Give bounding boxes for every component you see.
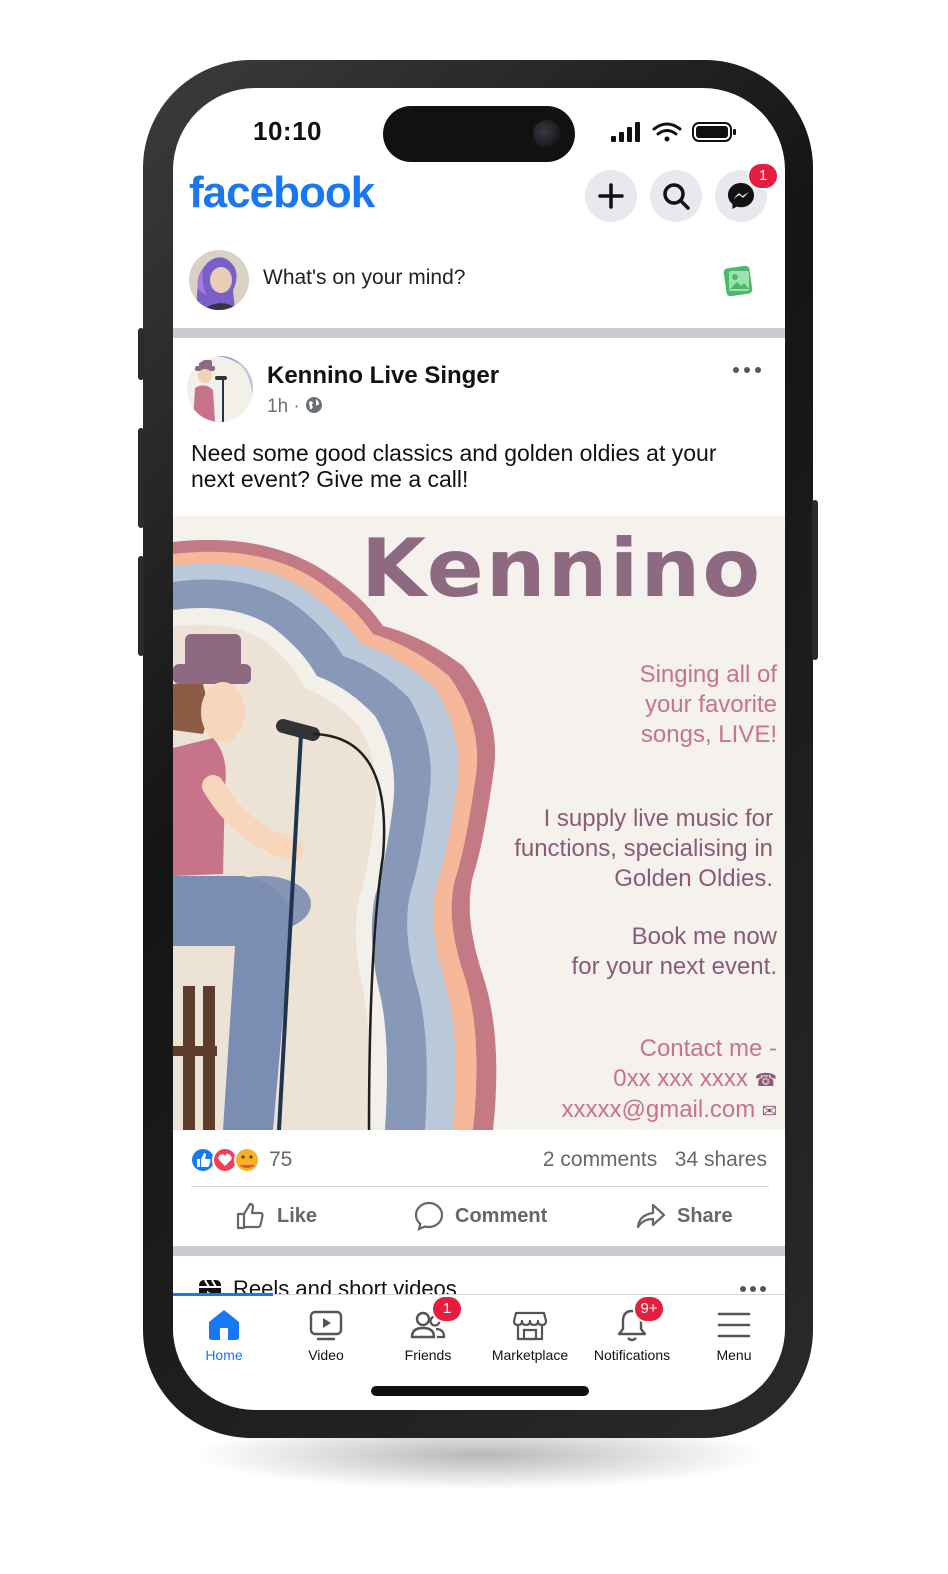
notifications-badge: 9+ — [633, 1295, 665, 1323]
share-button[interactable]: Share — [635, 1198, 733, 1234]
bottom-tab-bar: Home Video 1 Friends Marketplace 9+ Noti… — [173, 1293, 785, 1385]
shares-count[interactable]: 34 shares — [675, 1148, 767, 1171]
comment-button[interactable]: Comment — [413, 1198, 547, 1234]
ad-title: Kennino — [361, 522, 763, 615]
thumbs-up-icon — [236, 1202, 264, 1230]
search-button[interactable] — [650, 170, 702, 222]
plus-icon — [598, 183, 624, 209]
facebook-logo[interactable]: facebook — [189, 168, 375, 218]
home-icon — [209, 1310, 239, 1340]
post-time[interactable]: 1h — [267, 396, 288, 417]
contact-heading: Contact me - — [639, 1035, 777, 1062]
battery-icon — [692, 122, 736, 142]
reactions-icons[interactable] — [189, 1146, 267, 1174]
messenger-button[interactable]: 1 — [715, 162, 779, 222]
globe-icon — [306, 397, 323, 413]
tab-friends[interactable]: 1 Friends — [377, 1295, 479, 1375]
ad-contact: Contact me - 0xx xxx xxxx ☎ xxxxx@gmail.… — [562, 1034, 778, 1126]
camera-lens — [533, 120, 561, 148]
page-avatar[interactable] — [187, 356, 253, 422]
tab-menu[interactable]: Menu — [683, 1295, 785, 1375]
comments-count[interactable]: 2 comments — [543, 1148, 657, 1171]
actions-separator — [191, 1186, 769, 1187]
tab-marketplace[interactable]: Marketplace — [479, 1295, 581, 1375]
tab-notifications[interactable]: 9+ Notifications — [581, 1295, 683, 1375]
wifi-icon — [652, 122, 682, 136]
ad-description: I supply live music for functions, speci… — [514, 805, 773, 892]
home-indicator[interactable] — [371, 1386, 589, 1396]
video-icon — [309, 1310, 343, 1341]
post-author[interactable]: Kennino Live Singer — [267, 362, 499, 390]
status-time: 10:10 — [253, 116, 322, 146]
marketplace-icon — [512, 1311, 548, 1341]
more-options-icon[interactable] — [731, 364, 763, 376]
post-image[interactable]: Kennino Singing all of your favorite son… — [173, 516, 785, 1130]
tab-video[interactable]: Video — [275, 1295, 377, 1375]
care-reaction-icon — [234, 1147, 260, 1173]
comment-icon — [414, 1201, 444, 1231]
dynamic-island — [383, 106, 575, 162]
ad-cta: Book me now for your next event. — [571, 923, 777, 980]
feed-divider-2 — [173, 1246, 785, 1256]
contact-email: xxxxx@gmail.com ✉ — [561, 1096, 778, 1123]
reels-more-icon[interactable] — [739, 1284, 767, 1294]
signal-icon — [611, 122, 640, 142]
power-button — [812, 500, 818, 660]
volume-down-button — [138, 556, 144, 656]
user-avatar[interactable] — [189, 250, 249, 310]
mute-switch — [138, 328, 144, 380]
create-button[interactable] — [585, 170, 637, 222]
contact-phone: 0xx xxx xxxx ☎ — [613, 1065, 777, 1092]
tab-home[interactable]: Home — [173, 1295, 275, 1375]
photo-icon[interactable] — [721, 264, 755, 298]
engagement-bar: 75 2 comments 34 shares — [173, 1140, 785, 1180]
menu-icon — [717, 1312, 751, 1338]
composer[interactable]: What's on your mind? — [173, 246, 785, 326]
post-meta: 1h · — [267, 396, 323, 418]
friends-badge: 1 — [431, 1295, 463, 1323]
volume-up-button — [138, 428, 144, 528]
share-icon — [636, 1203, 666, 1229]
reactions-count[interactable]: 75 — [269, 1148, 292, 1172]
feed-divider — [173, 328, 785, 338]
ad-tagline: Singing all of your favorite songs, LIVE… — [639, 661, 777, 748]
post-text: Need some good classics and golden oldie… — [191, 440, 717, 492]
like-button[interactable]: Like — [235, 1198, 317, 1234]
messenger-badge: 1 — [747, 162, 779, 190]
composer-input[interactable]: What's on your mind? — [263, 266, 465, 290]
search-icon — [663, 183, 690, 210]
phone-screen: 10:10 facebook 1 What's on your mind? Ke… — [173, 88, 785, 1410]
phone-icon: ☎ — [754, 1070, 777, 1090]
mail-icon: ✉ — [761, 1101, 777, 1121]
status-icons — [611, 122, 736, 142]
comments-shares: 2 comments 34 shares — [543, 1148, 767, 1172]
